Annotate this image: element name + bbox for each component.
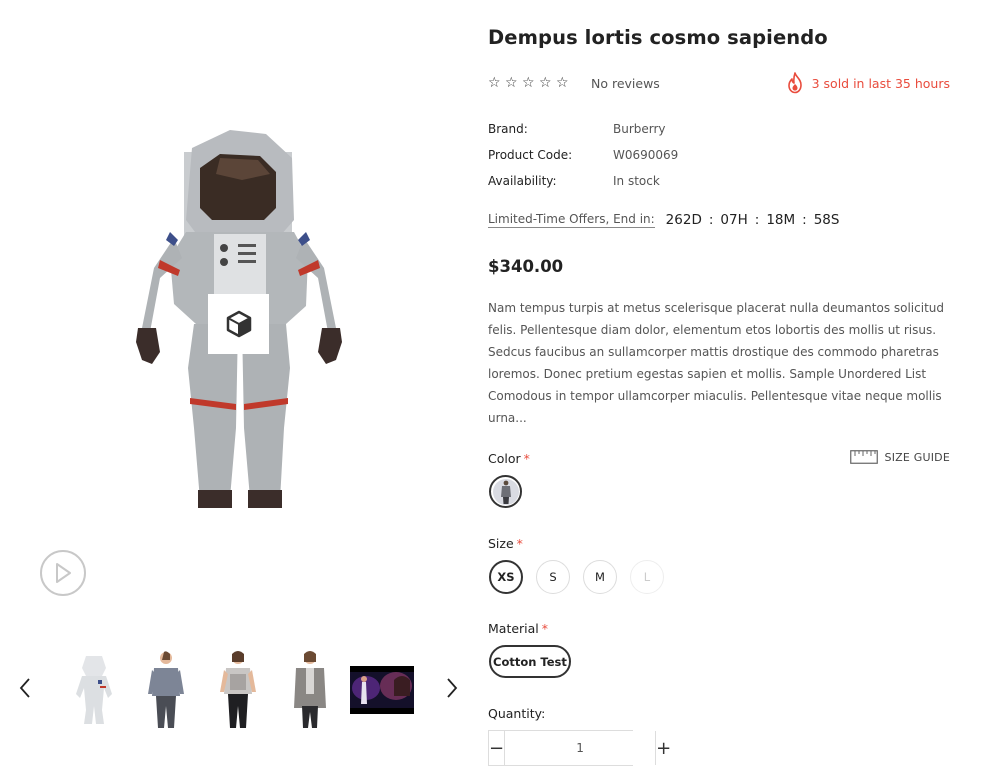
- size-options: XS S M L: [489, 560, 664, 594]
- quantity-increase-button[interactable]: +: [656, 731, 671, 765]
- product-code-value: W0690069: [613, 148, 679, 162]
- countdown-seconds: 58S: [813, 212, 840, 228]
- chevron-left-icon: [19, 678, 30, 698]
- availability-value: In stock: [613, 174, 660, 188]
- sold-indicator: 3 sold in last 35 hours: [786, 72, 950, 94]
- star-outline-icon: ☆: [539, 75, 552, 91]
- size-guide-button[interactable]: SIZE GUIDE: [849, 450, 950, 464]
- rating-stars[interactable]: ☆ ☆ ☆ ☆ ☆: [488, 75, 571, 91]
- quantity-decrease-button[interactable]: −: [489, 731, 504, 765]
- countdown-separator: :: [754, 212, 760, 228]
- thumbnail-model-denim-shirt[interactable]: [130, 648, 202, 732]
- countdown-days: 262D: [665, 212, 702, 228]
- size-label-text: Size: [488, 536, 514, 551]
- countdown-separator: :: [802, 212, 807, 228]
- fire-icon: [787, 72, 802, 94]
- meta-key: Brand:: [488, 122, 528, 136]
- thumbnail-astronaut[interactable]: [58, 648, 130, 732]
- size-option-s[interactable]: S: [536, 560, 570, 594]
- quantity-label: Quantity:: [488, 706, 546, 721]
- thumbnail-concert-video[interactable]: [346, 648, 418, 732]
- size-option-xs[interactable]: XS: [489, 560, 523, 594]
- meta-brand: Brand: Burberry: [488, 116, 788, 142]
- star-outline-icon: ☆: [488, 75, 501, 91]
- material-option-cotton-test[interactable]: Cotton Test: [489, 645, 571, 678]
- countdown-minutes: 18M: [766, 212, 796, 228]
- countdown-separator: :: [708, 212, 714, 228]
- material-label: Material *: [488, 621, 548, 636]
- star-outline-icon: ☆: [522, 75, 535, 91]
- quantity-input[interactable]: [504, 731, 657, 765]
- color-label-text: Color: [488, 451, 521, 466]
- material-label-text: Material: [488, 621, 539, 636]
- color-label: Color *: [488, 451, 530, 466]
- countdown-timer: 262D : 07H : 18M : 58S: [666, 212, 840, 228]
- countdown-hours: 07H: [720, 212, 748, 228]
- play-video-button[interactable]: [40, 550, 86, 596]
- required-mark: *: [516, 536, 523, 551]
- reviews-count[interactable]: No reviews: [591, 76, 660, 91]
- required-mark: *: [541, 621, 549, 636]
- product-description: Nam tempus turpis at metus scelerisque p…: [488, 301, 944, 425]
- thumbnail-model-gray-cardigan[interactable]: [274, 648, 346, 732]
- required-mark: *: [523, 451, 530, 466]
- quantity-stepper: − +: [488, 730, 671, 766]
- offer-label: Limited-Time Offers, End in:: [488, 212, 655, 228]
- star-outline-icon: ☆: [556, 75, 569, 91]
- thumbnail-model-sequin-top[interactable]: [202, 648, 274, 732]
- brand-value[interactable]: Burberry: [613, 122, 666, 136]
- size-option-m[interactable]: M: [583, 560, 617, 594]
- thumbnail-strip: [58, 648, 418, 732]
- thumbnail-prev-button[interactable]: [13, 672, 37, 704]
- product-meta: Brand: Burberry Product Code: W0690069 A…: [488, 116, 788, 194]
- size-option-l[interactable]: L: [630, 560, 664, 594]
- meta-key: Availability:: [488, 174, 557, 188]
- limited-offer: Limited-Time Offers, End in: 262D : 07H …: [488, 212, 839, 228]
- star-outline-icon: ☆: [505, 75, 518, 91]
- product-gallery: [0, 0, 478, 776]
- meta-key: Product Code:: [488, 148, 573, 162]
- meta-product-code: Product Code: W0690069: [488, 142, 788, 168]
- swatch-image: [492, 478, 519, 505]
- play-icon: [56, 563, 71, 583]
- chevron-right-icon: [447, 678, 458, 698]
- color-swatch-gray[interactable]: [489, 475, 522, 508]
- meta-availability: Availability: In stock: [488, 168, 788, 194]
- thumbnail-next-button[interactable]: [440, 672, 464, 704]
- product-price: $340.00: [488, 257, 564, 276]
- sold-text: 3 sold in last 35 hours: [811, 75, 950, 91]
- view-3d-button[interactable]: [208, 294, 269, 354]
- product-title: Dempus lortis cosmo sapiendo: [488, 26, 828, 49]
- size-label: Size *: [488, 536, 523, 551]
- size-guide-label: SIZE GUIDE: [884, 450, 950, 464]
- cube-icon: [226, 310, 251, 338]
- ruler-icon: [849, 450, 878, 464]
